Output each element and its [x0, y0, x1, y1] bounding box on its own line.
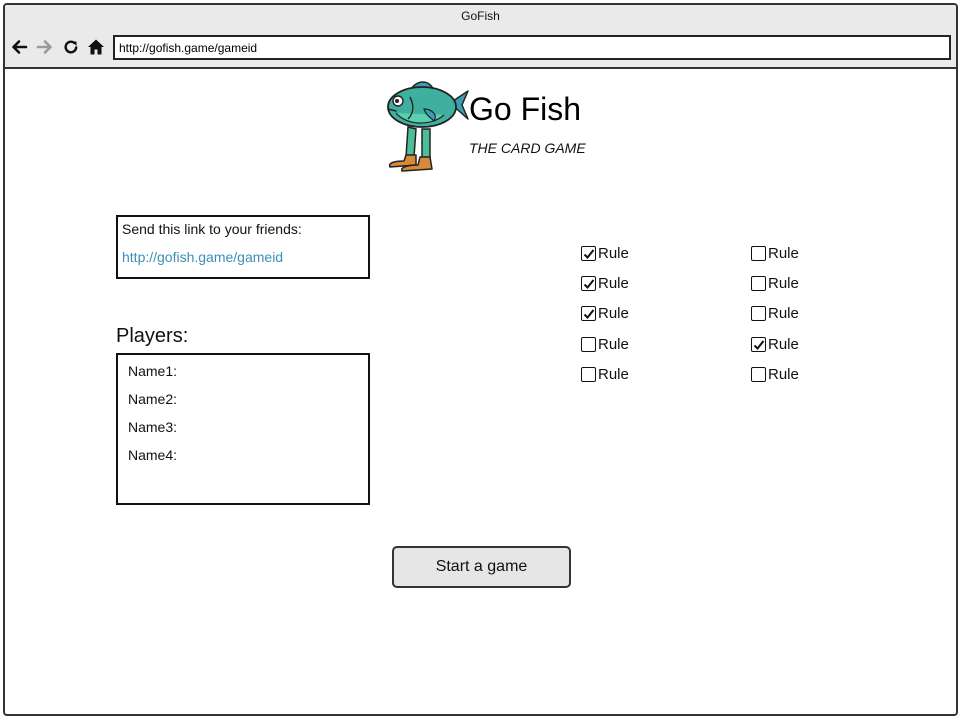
rule-label: Rule — [768, 275, 799, 292]
invite-link[interactable]: http://gofish.game/gameid — [122, 249, 364, 265]
checkbox[interactable] — [581, 246, 596, 261]
rule-label: Rule — [768, 305, 799, 322]
players-heading: Players: — [116, 325, 189, 347]
rule-label: Rule — [598, 336, 629, 353]
rule-option-left-3[interactable]: Rule — [581, 305, 629, 322]
rule-option-right-5[interactable]: Rule — [751, 366, 799, 383]
invite-label: Send this link to your friends: — [122, 221, 302, 237]
app-title: Go Fish — [469, 91, 582, 127]
rule-label: Rule — [598, 275, 629, 292]
forward-arrow-icon[interactable] — [36, 38, 54, 56]
rule-option-right-2[interactable]: Rule — [751, 275, 799, 292]
fish-mascot-logo — [380, 79, 472, 175]
rule-label: Rule — [768, 336, 799, 353]
rule-option-right-4[interactable]: Rule — [751, 336, 799, 353]
rule-label: Rule — [768, 245, 799, 262]
rule-option-right-3[interactable]: Rule — [751, 305, 799, 322]
checkbox[interactable] — [751, 367, 766, 382]
rule-option-left-1[interactable]: Rule — [581, 245, 629, 262]
checkbox[interactable] — [751, 306, 766, 321]
checkbox[interactable] — [581, 276, 596, 291]
rule-option-left-2[interactable]: Rule — [581, 275, 629, 292]
rule-option-right-1[interactable]: Rule — [751, 245, 799, 262]
checkbox[interactable] — [751, 337, 766, 352]
rule-option-left-5[interactable]: Rule — [581, 366, 629, 383]
rule-label: Rule — [598, 366, 629, 383]
player-row-1: Name1: — [128, 363, 178, 379]
invite-panel: Send this link to your friends: http://g… — [116, 215, 370, 279]
checkbox[interactable] — [751, 276, 766, 291]
rule-label: Rule — [598, 305, 629, 322]
address-bar[interactable] — [113, 35, 951, 60]
player-row-3: Name3: — [128, 419, 178, 435]
players-list: Name1: Name2: Name3: Name4: — [116, 353, 370, 505]
rule-label: Rule — [598, 245, 629, 262]
checkbox[interactable] — [581, 306, 596, 321]
player-row-4: Name4: — [128, 447, 178, 463]
app-subtitle: THE CARD GAME — [469, 140, 586, 156]
start-game-button[interactable]: Start a game — [392, 546, 571, 588]
reload-icon[interactable] — [62, 38, 80, 56]
rules-grid: Rule Rule Rule Rule Rule Rule Rule Rule … — [581, 245, 841, 405]
rule-option-left-4[interactable]: Rule — [581, 336, 629, 353]
checkbox[interactable] — [581, 367, 596, 382]
home-icon[interactable] — [87, 38, 105, 56]
browser-toolbar: GoFish — [5, 5, 956, 69]
player-row-2: Name2: — [128, 391, 178, 407]
checkbox[interactable] — [751, 246, 766, 261]
checkbox[interactable] — [581, 337, 596, 352]
back-arrow-icon[interactable] — [10, 38, 28, 56]
rule-label: Rule — [768, 366, 799, 383]
browser-window: GoFish http://gofish.game/gameid Go Fish… — [3, 3, 958, 716]
window-title: GoFish — [461, 9, 500, 23]
